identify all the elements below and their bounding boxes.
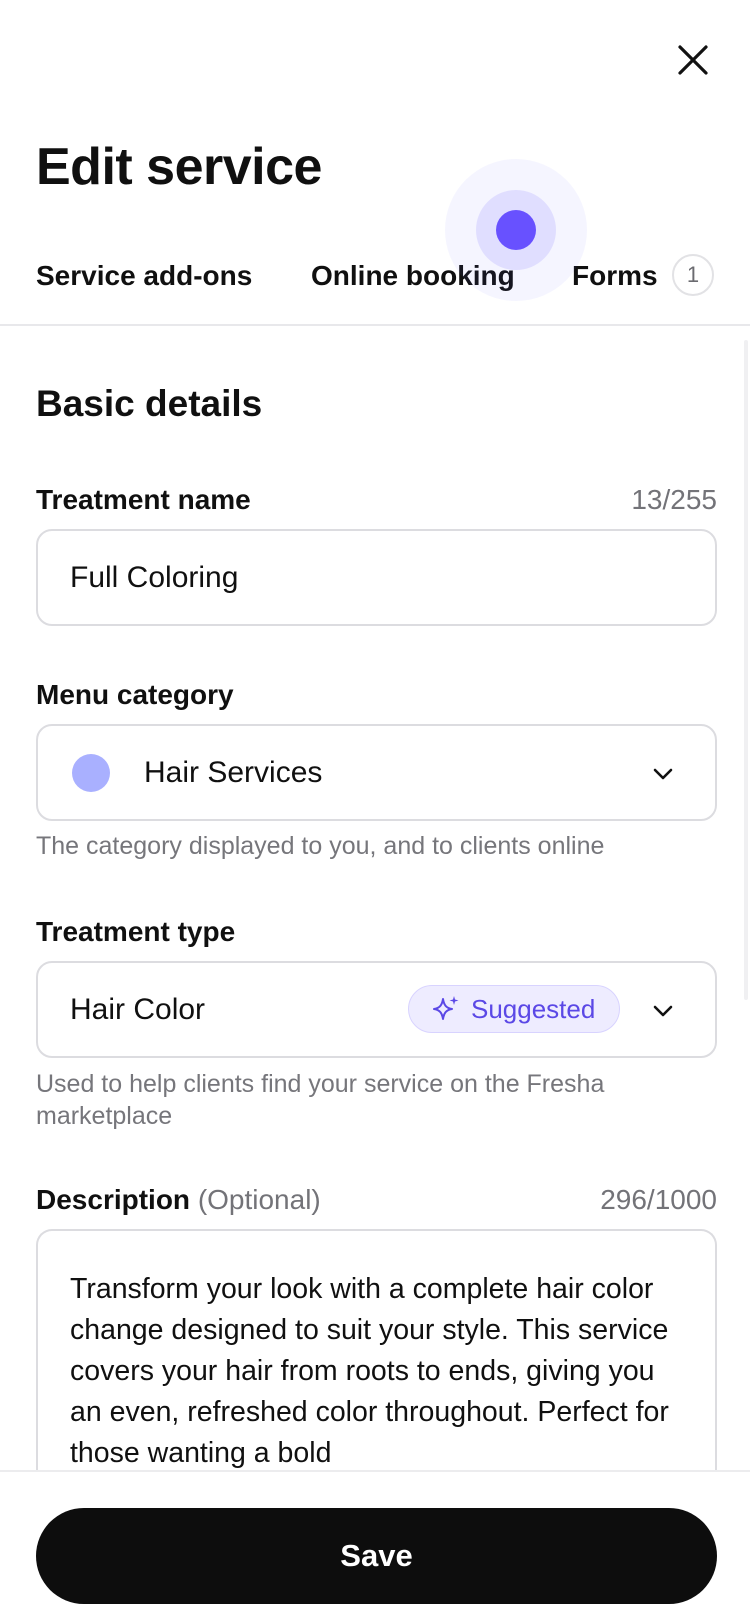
treatment-name-counter: 13/255 bbox=[631, 484, 717, 515]
description-counter: 296/1000 bbox=[600, 1184, 717, 1215]
tab-service-add-ons[interactable]: Service add-ons bbox=[36, 256, 252, 296]
treatment-type-value: Hair Color bbox=[70, 993, 206, 1026]
suggested-badge: Suggested bbox=[408, 985, 621, 1033]
page-title: Edit service bbox=[36, 138, 322, 196]
category-color-dot bbox=[72, 754, 110, 792]
treatment-type-helper: Used to help clients find your service o… bbox=[36, 1070, 605, 1130]
menu-category-select[interactable]: Hair Services bbox=[36, 724, 717, 821]
forms-count-badge: 1 bbox=[672, 254, 714, 296]
description-textarea[interactable]: Transform your look with a complete hair… bbox=[70, 1269, 690, 1474]
suggested-badge-label: Suggested bbox=[471, 994, 596, 1024]
description-optional-label: (Optional) bbox=[197, 1184, 321, 1215]
menu-category-label: Menu category bbox=[36, 679, 234, 710]
treatment-type-select[interactable]: Hair Color Suggested bbox=[36, 961, 717, 1058]
menu-category-value: Hair Services bbox=[144, 756, 323, 789]
treatment-type-label: Treatment type bbox=[36, 916, 236, 947]
description-label: Description (Optional) bbox=[36, 1180, 321, 1220]
chevron-down-icon bbox=[653, 768, 673, 780]
tab-forms[interactable]: Forms bbox=[572, 256, 658, 296]
chevron-down-icon bbox=[653, 1005, 673, 1017]
edit-service-screen: Edit service Service add-ons Online book… bbox=[0, 0, 750, 1624]
section-title-basic-details: Basic details bbox=[36, 383, 263, 424]
tab-bar: Service add-ons Online booking Forms 1 bbox=[0, 236, 750, 326]
treatment-name-field[interactable] bbox=[36, 529, 717, 626]
tab-online-booking[interactable]: Online booking bbox=[311, 256, 515, 296]
footer-bar: Save bbox=[0, 1470, 750, 1624]
description-field[interactable]: Transform your look with a complete hair… bbox=[36, 1229, 717, 1489]
description-label-text: Description bbox=[36, 1184, 191, 1215]
close-button[interactable] bbox=[663, 30, 723, 90]
close-icon bbox=[678, 45, 708, 75]
save-button[interactable]: Save bbox=[36, 1508, 717, 1604]
scrollbar[interactable] bbox=[744, 340, 748, 1000]
menu-category-helper: The category displayed to you, and to cl… bbox=[36, 832, 605, 860]
sparkle-icon bbox=[433, 996, 459, 1020]
treatment-name-label: Treatment name bbox=[36, 484, 251, 515]
treatment-name-input[interactable] bbox=[70, 531, 670, 624]
